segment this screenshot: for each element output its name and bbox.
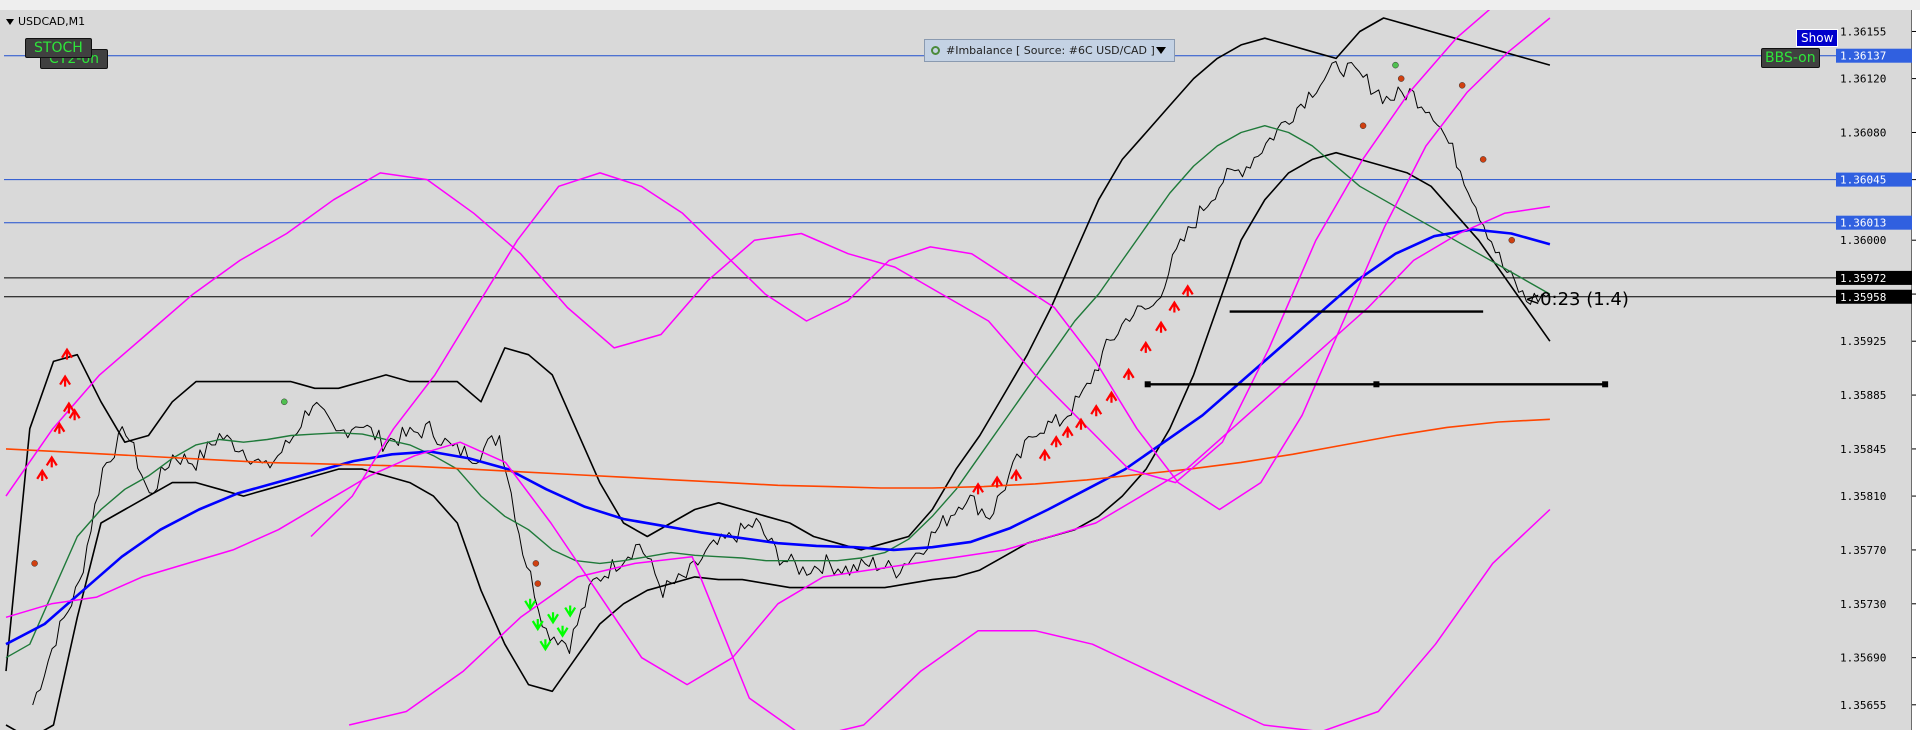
y-tick-label: 1.36000 [1840,234,1886,247]
signal-dot [1392,61,1399,69]
signal-dot [1397,75,1405,82]
bar-timer: <0:23 (1.4) [1525,289,1629,310]
y-tick-label: 1.35770 [1840,544,1886,557]
signal-dot [1479,156,1487,163]
stoch-button[interactable]: STOCH [25,38,92,58]
price-axis-strip [1912,10,1920,730]
y-tick-label: 1.36080 [1840,126,1886,139]
source-icon [931,46,940,55]
chevron-down-icon[interactable] [1156,47,1166,54]
signal-dot [1458,82,1466,89]
symbol-label: USDCAD,M1 [18,15,86,28]
price-tag-label: 1.36137 [1840,50,1886,63]
imbalance-panel[interactable]: #Imbalance [ Source: #6C USD/CAD ] [924,39,1175,62]
y-tick-label: 1.35925 [1840,335,1886,348]
signal-dot [532,560,540,567]
level-handle-2 [1602,381,1609,388]
chart-title: USDCAD,M1 [6,15,85,28]
bbs-button[interactable]: BBS-on [1761,48,1820,68]
y-tick-label: 1.35655 [1840,699,1886,712]
price-tag-label: 1.36045 [1840,174,1886,187]
price-tag-label: 1.35958 [1840,291,1886,304]
signal-dot [281,398,288,406]
y-tick-label: 1.35810 [1840,490,1886,503]
dropdown-triangle-icon[interactable] [6,19,14,25]
chart-window[interactable]: 1.36155 1.36120 1.36080 1.36045 1.36000 1.359… [0,10,1920,730]
price-chart[interactable]: 1.36155 1.36120 1.36080 1.36045 1.36000 1.359… [0,10,1920,730]
signal-dot [31,560,38,567]
y-tick-label: 1.35690 [1840,652,1886,665]
price-tag-label: 1.35972 [1840,272,1886,285]
signal-dot [1508,236,1515,244]
chart-background [0,10,1920,730]
y-tick-label: 1.35730 [1840,598,1886,611]
y-tick-label: 1.35845 [1840,443,1886,456]
y-tick-label: 1.36120 [1840,73,1886,86]
imbalance-label: #Imbalance [ Source: #6C USD/CAD ] [946,44,1155,57]
level-handle-1 [1373,381,1380,388]
y-tick-label: 1.35885 [1840,389,1886,402]
y-tick-label: 1.36155 [1840,25,1886,38]
signal-dot [534,580,542,587]
price-tag-label: 1.36013 [1840,217,1886,230]
signal-dot [1359,122,1367,129]
show-button[interactable]: Show [1796,29,1839,47]
level-handle-0 [1144,381,1151,388]
